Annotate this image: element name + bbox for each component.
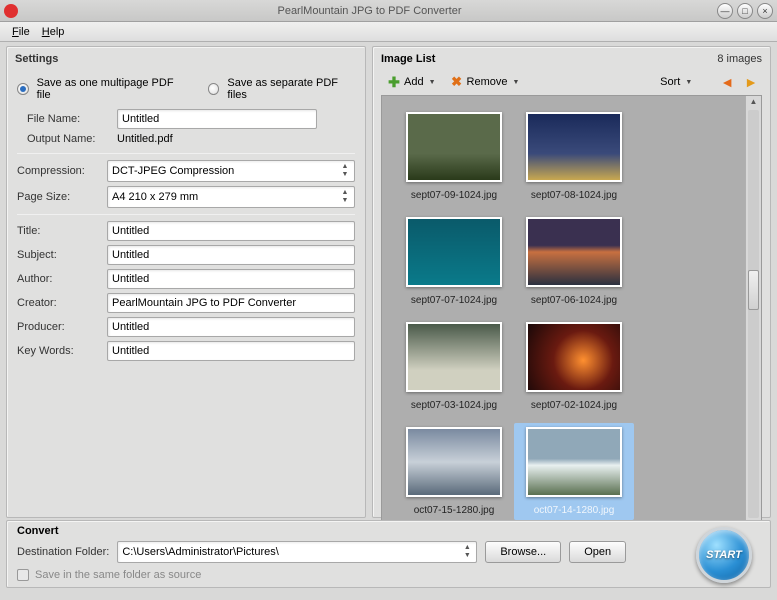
pagesize-label: Page Size: — [17, 191, 107, 203]
settings-panel: Settings Save as one multipage PDF file … — [6, 46, 366, 518]
subject-input[interactable] — [107, 245, 355, 265]
savesame-label: Save in the same folder as source — [35, 569, 201, 581]
nav-next-button[interactable]: ► — [742, 74, 760, 90]
thumbnail-caption: oct07-15-1280.jpg — [414, 505, 495, 516]
producer-input[interactable] — [107, 317, 355, 337]
thumbnail-icon — [406, 217, 502, 287]
outputname-label: Output Name: — [27, 133, 117, 145]
list-item[interactable]: sept07-03-1024.jpg — [394, 318, 514, 415]
filename-label: File Name: — [27, 113, 117, 125]
add-label: Add — [404, 76, 424, 88]
maximize-button[interactable]: □ — [737, 3, 753, 19]
radio-multipage[interactable] — [17, 83, 29, 95]
list-item[interactable]: oct07-14-1280.jpg — [514, 423, 634, 520]
sort-label: Sort — [660, 76, 680, 88]
radio-multipage-label: Save as one multipage PDF file — [37, 77, 185, 101]
thumbnail-icon — [406, 112, 502, 182]
thumbnail-caption: sept07-02-1024.jpg — [531, 400, 617, 411]
compression-select[interactable]: DCT-JPEG Compression ▲▼ — [107, 160, 355, 182]
outputname-value: Untitled.pdf — [117, 133, 173, 145]
scrollbar[interactable]: ▲ ▼ — [745, 96, 761, 532]
destfolder-label: Destination Folder: — [17, 546, 109, 558]
window-title: PearlMountain JPG to PDF Converter — [26, 5, 713, 17]
close-button[interactable]: × — [757, 3, 773, 19]
list-item[interactable]: sept07-09-1024.jpg — [394, 108, 514, 205]
nav-prev-button[interactable]: ◄ — [718, 74, 736, 90]
thumbnail-caption: oct07-14-1280.jpg — [534, 505, 615, 516]
imagelist-panel: Image List 8 images ✚ Add ▼ ✖ Remove ▼ S… — [372, 46, 771, 518]
remove-label: Remove — [467, 76, 508, 88]
thumbnail-icon — [406, 322, 502, 392]
radio-separate-label: Save as separate PDF files — [227, 77, 355, 101]
creator-input[interactable] — [107, 293, 355, 313]
keywords-label: Key Words: — [17, 345, 107, 357]
open-button[interactable]: Open — [569, 541, 626, 563]
list-item[interactable]: sept07-06-1024.jpg — [514, 213, 634, 310]
compression-label: Compression: — [17, 165, 107, 177]
radio-separate[interactable] — [208, 83, 220, 95]
thumbnail-icon — [526, 217, 622, 287]
author-input[interactable] — [107, 269, 355, 289]
x-icon: ✖ — [450, 75, 464, 89]
creator-label: Creator: — [17, 297, 107, 309]
convert-panel: Convert Destination Folder: C:\Users\Adm… — [6, 520, 771, 588]
savesame-checkbox[interactable] — [17, 569, 29, 581]
thumbnail-icon — [526, 322, 622, 392]
pagesize-select[interactable]: A4 210 x 279 mm ▲▼ — [107, 186, 355, 208]
list-item[interactable]: oct07-15-1280.jpg — [394, 423, 514, 520]
menu-help[interactable]: Help — [36, 24, 71, 40]
sort-button[interactable]: Sort ▼ — [656, 74, 696, 90]
destfolder-value: C:\Users\Administrator\Pictures\ — [122, 546, 460, 558]
title-label: Title: — [17, 225, 107, 237]
destfolder-select[interactable]: C:\Users\Administrator\Pictures\ ▲▼ — [117, 541, 477, 563]
author-label: Author: — [17, 273, 107, 285]
chevron-down-icon: ▼ — [429, 79, 436, 86]
settings-title: Settings — [7, 47, 365, 71]
menubar: File Help — [0, 22, 777, 42]
compression-value: DCT-JPEG Compression — [112, 165, 338, 177]
spinner-icon: ▲▼ — [460, 544, 474, 560]
scroll-up-icon: ▲ — [748, 97, 759, 109]
thumbnail-caption: sept07-07-1024.jpg — [411, 295, 497, 306]
minimize-button[interactable]: — — [717, 3, 733, 19]
menu-file[interactable]: File — [6, 24, 36, 40]
start-button[interactable]: START — [696, 527, 752, 583]
remove-button[interactable]: ✖ Remove ▼ — [446, 73, 524, 91]
add-button[interactable]: ✚ Add ▼ — [383, 73, 440, 91]
thumbnail-caption: sept07-06-1024.jpg — [531, 295, 617, 306]
imagelist-toolbar: ✚ Add ▼ ✖ Remove ▼ Sort ▼ ◄ ► — [373, 71, 770, 95]
chevron-down-icon: ▼ — [512, 79, 519, 86]
thumbnail-icon — [526, 112, 622, 182]
spinner-icon: ▲▼ — [338, 189, 352, 205]
thumbnail-caption: sept07-09-1024.jpg — [411, 190, 497, 201]
imagelist-count: 8 images — [717, 53, 762, 65]
browse-button[interactable]: Browse... — [485, 541, 561, 563]
scrollbar-track — [748, 110, 759, 518]
producer-label: Producer: — [17, 321, 107, 333]
chevron-down-icon: ▼ — [685, 79, 692, 86]
title-input[interactable] — [107, 221, 355, 241]
keywords-input[interactable] — [107, 341, 355, 361]
imagelist-title: Image List — [381, 53, 717, 65]
plus-icon: ✚ — [387, 75, 401, 89]
scrollbar-handle[interactable] — [748, 270, 759, 310]
app-icon — [4, 4, 18, 18]
thumbnail-icon — [406, 427, 502, 497]
thumbnail-icon — [526, 427, 622, 497]
thumbnail-caption: sept07-08-1024.jpg — [531, 190, 617, 201]
thumbnail-caption: sept07-03-1024.jpg — [411, 400, 497, 411]
pagesize-value: A4 210 x 279 mm — [112, 191, 338, 203]
image-gallery: sept07-09-1024.jpg sept07-08-1024.jpg se… — [382, 96, 745, 532]
titlebar: PearlMountain JPG to PDF Converter — □ × — [0, 0, 777, 22]
spinner-icon: ▲▼ — [338, 163, 352, 179]
start-label: START — [706, 549, 742, 561]
list-item[interactable]: sept07-08-1024.jpg — [514, 108, 634, 205]
convert-title: Convert — [17, 525, 760, 537]
list-item[interactable]: sept07-02-1024.jpg — [514, 318, 634, 415]
list-item[interactable]: sept07-07-1024.jpg — [394, 213, 514, 310]
subject-label: Subject: — [17, 249, 107, 261]
filename-input[interactable] — [117, 109, 317, 129]
